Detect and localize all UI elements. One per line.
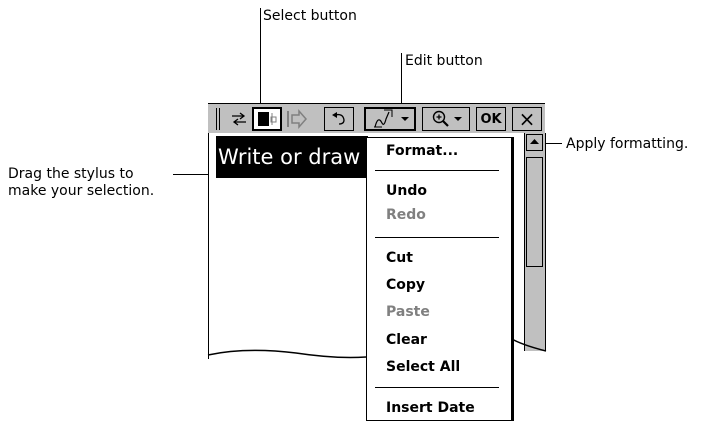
menu-item-copy[interactable]: Copy	[386, 276, 425, 294]
toolbar: OK ×	[208, 103, 545, 134]
toolbar-grip[interactable]	[216, 108, 220, 130]
space-insert-icon	[285, 109, 309, 129]
menu-item-cut[interactable]: Cut	[386, 249, 413, 267]
menu-item-redo: Redo	[386, 207, 426, 223]
undo-icon	[330, 112, 348, 126]
zoom-icon	[431, 109, 451, 129]
edit-menu: Format... Undo Redo Cut Copy Paste Clear…	[366, 137, 512, 421]
select-button-callout: Select button	[263, 8, 357, 24]
menu-item-clear[interactable]: Clear	[386, 331, 427, 349]
vertical-scrollbar[interactable]	[524, 133, 546, 351]
scroll-up-button[interactable]	[526, 134, 543, 151]
space-button[interactable]	[284, 107, 310, 131]
drag-stylus-callout-line1: Drag the stylus to	[8, 166, 134, 182]
menu-separator	[375, 387, 499, 388]
edit-pen-icon	[372, 109, 398, 129]
menu-item-format[interactable]: Format...	[386, 142, 458, 160]
apply-formatting-callout: Apply formatting.	[566, 136, 689, 152]
select-button[interactable]	[252, 107, 282, 131]
input-swap-button[interactable]	[228, 107, 250, 131]
menu-item-select-all[interactable]: Select All	[386, 358, 460, 376]
edit-button-callout: Edit button	[405, 53, 483, 69]
drag-stylus-callout-line2: make your selection.	[8, 183, 155, 199]
close-button[interactable]: ×	[512, 107, 542, 131]
menu-item-undo[interactable]: Undo	[386, 182, 427, 200]
select-button-callout-line	[260, 8, 261, 116]
zoom-button[interactable]	[422, 107, 470, 131]
menu-separator	[375, 237, 499, 238]
chevron-down-icon	[453, 116, 462, 122]
arrow-up-icon	[530, 139, 539, 145]
undo-button[interactable]	[324, 107, 354, 131]
chevron-down-icon	[400, 116, 409, 122]
edit-button[interactable]	[364, 107, 416, 131]
menu-separator	[375, 170, 499, 171]
drag-stylus-callout-line	[173, 174, 213, 175]
select-icon	[255, 110, 279, 128]
menu-item-paste: Paste	[386, 304, 430, 320]
ok-button[interactable]: OK	[476, 107, 506, 131]
menu-item-insert-date[interactable]: Insert Date	[386, 399, 475, 417]
edit-button-callout-line	[401, 53, 402, 107]
scroll-thumb[interactable]	[526, 157, 543, 267]
swap-arrows-icon	[230, 112, 248, 126]
selected-text[interactable]: Write or draw	[216, 136, 368, 178]
